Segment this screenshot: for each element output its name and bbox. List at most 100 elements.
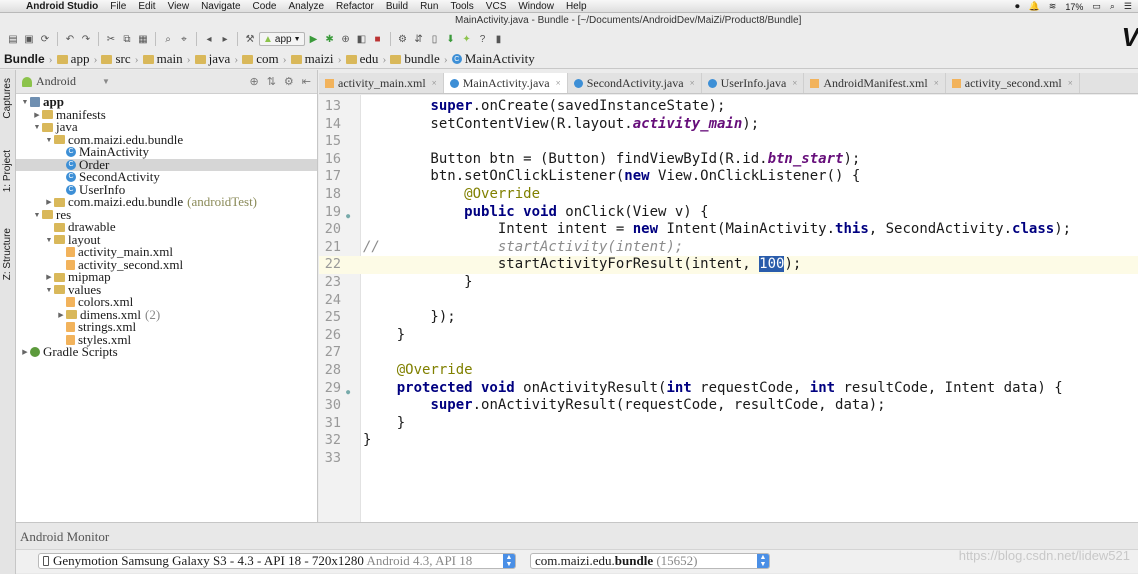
notification-icon[interactable]: 🔔 — [1029, 1, 1040, 12]
back-icon[interactable]: ◂ — [202, 32, 216, 46]
code-line[interactable]: 17 btn.setOnClickListener(new View.OnCli… — [319, 168, 1138, 186]
menu-build[interactable]: Build — [380, 1, 414, 12]
code-line[interactable]: 27 — [319, 344, 1138, 362]
breadcrumb-item[interactable]: C MainActivity — [451, 51, 539, 67]
menu-navigate[interactable]: Navigate — [195, 1, 246, 12]
wifi-icon[interactable]: ≋ — [1049, 1, 1057, 12]
tree-item[interactable]: C Order — [16, 158, 317, 171]
expand-down-icon[interactable]: ▼ — [44, 134, 54, 147]
editor-tab[interactable]: UserInfo.java × — [702, 73, 805, 93]
menu-help[interactable]: Help — [560, 1, 593, 12]
expand-right-icon[interactable]: ▶ — [32, 109, 42, 122]
tree-item[interactable]: ▶ dimens.xml (2) — [16, 308, 317, 322]
help-icon[interactable]: ? — [476, 32, 490, 46]
code-line[interactable]: 29 ● protected void onActivityResult(int … — [319, 380, 1138, 398]
forward-icon[interactable]: ▸ — [218, 32, 232, 46]
redo-icon[interactable]: ↷ — [79, 32, 93, 46]
debug-icon[interactable]: ✱ — [323, 32, 337, 46]
close-tab-icon[interactable]: × — [690, 78, 695, 88]
code-line[interactable]: 15 — [319, 133, 1138, 151]
close-tab-icon[interactable]: × — [792, 78, 797, 88]
menu-file[interactable]: File — [104, 1, 132, 12]
expand-down-icon[interactable]: ▼ — [32, 121, 42, 134]
tree-item[interactable]: ▶ Gradle Scripts — [16, 345, 317, 359]
sync-gradle-icon[interactable]: ⇵ — [412, 32, 426, 46]
breadcrumb-item[interactable]: main — [142, 51, 187, 67]
code-line[interactable]: 18 @Override — [319, 186, 1138, 204]
copy-icon[interactable]: ⧉ — [120, 32, 134, 46]
tab-structure[interactable]: Z: Structure — [2, 228, 13, 280]
code-line[interactable]: 25 }); — [319, 309, 1138, 327]
make-project-icon[interactable]: ⚒ — [243, 32, 257, 46]
breadcrumb-item[interactable]: edu — [345, 51, 383, 67]
android-monitor-icon[interactable]: ✦ — [460, 32, 474, 46]
expand-right-icon[interactable]: ▶ — [20, 346, 30, 359]
code-line[interactable]: 24 — [319, 292, 1138, 310]
avd-manager-icon[interactable]: ▯ — [428, 32, 442, 46]
undo-icon[interactable]: ↶ — [63, 32, 77, 46]
code-area[interactable]: 13 super.onCreate(savedInstanceState); 14… — [319, 98, 1138, 467]
expand-down-icon[interactable]: ▼ — [44, 234, 54, 247]
editor-tab[interactable]: MainActivity.java × — [443, 73, 568, 93]
view-mode-select[interactable]: Android ▼ — [22, 74, 110, 89]
close-tab-icon[interactable]: × — [1068, 78, 1073, 88]
replace-icon[interactable]: ⌖ — [177, 32, 191, 46]
menu-run[interactable]: Run — [414, 1, 444, 12]
structure-icon[interactable]: ⚙ — [396, 32, 410, 46]
editor-tab[interactable]: AndroidManifest.xml × — [804, 73, 946, 93]
code-line[interactable]: 22 startActivityForResult(intent, 100); — [319, 256, 1138, 274]
editor-tab[interactable]: activity_main.xml × — [319, 73, 444, 93]
run-icon[interactable]: ▶ — [307, 32, 321, 46]
menu-refactor[interactable]: Refactor — [330, 1, 380, 12]
spotlight-icon[interactable]: ⌕ — [1110, 1, 1115, 12]
tree-item[interactable]: ▼ res — [16, 208, 317, 222]
expand-right-icon[interactable]: ▶ — [44, 271, 54, 284]
expand-right-icon[interactable]: ▶ — [56, 309, 66, 322]
code-line[interactable]: 30 super.onActivityResult(requestCode, r… — [319, 397, 1138, 415]
expand-down-icon[interactable]: ▼ — [20, 96, 30, 109]
monitor-title[interactable]: Android Monitor — [20, 529, 109, 545]
battery-icon[interactable]: ▭ — [1092, 1, 1101, 12]
expand-down-icon[interactable]: ▼ — [44, 284, 54, 297]
find-icon[interactable]: ⌕ — [161, 32, 175, 46]
run-config-select[interactable]: ▲ app ▼ — [259, 32, 305, 46]
menu-window[interactable]: Window — [512, 1, 560, 12]
scroll-from-source-icon[interactable]: ⊕ — [249, 75, 258, 88]
menu-edit[interactable]: Edit — [132, 1, 161, 12]
notification-center-icon[interactable]: ☰ — [1124, 1, 1132, 12]
breadcrumb-item[interactable]: maizi — [290, 51, 338, 67]
tab-captures[interactable]: Captures — [2, 78, 13, 119]
code-line[interactable]: 31 } — [319, 415, 1138, 433]
code-line[interactable]: 23 } — [319, 274, 1138, 292]
tree-item[interactable]: ▶ mipmap — [16, 270, 317, 284]
editor-tab[interactable]: SecondActivity.java × — [568, 73, 702, 93]
save-all-icon[interactable]: ▣ — [22, 32, 36, 46]
code-line[interactable]: 14 setContentView(R.layout.activity_main… — [319, 116, 1138, 134]
open-icon[interactable]: ▤ — [6, 32, 20, 46]
code-editor[interactable]: 13 super.onCreate(savedInstanceState); 14… — [319, 95, 1138, 522]
cut-icon[interactable]: ✂ — [104, 32, 118, 46]
code-line[interactable]: 16 Button btn = (Button) findViewById(R.… — [319, 151, 1138, 169]
code-line[interactable]: 21 // startActivity(intent); — [319, 239, 1138, 257]
breadcrumb-item[interactable]: Bundle — [4, 52, 49, 66]
tree-item[interactable]: C MainActivity — [16, 145, 317, 159]
sdk-manager-icon[interactable]: ⬇ — [444, 32, 458, 46]
code-line[interactable]: 28 @Override — [319, 362, 1138, 380]
code-line[interactable]: 19 ● public void onClick(View v) { — [319, 204, 1138, 222]
menu-tools[interactable]: Tools — [444, 1, 479, 12]
tree-item[interactable]: strings.xml — [16, 320, 317, 334]
code-line[interactable]: 33 — [319, 450, 1138, 468]
collapse-all-icon[interactable]: ⇅ — [267, 75, 276, 88]
menu-app-name[interactable]: Android Studio — [20, 1, 104, 12]
menu-code[interactable]: Code — [247, 1, 283, 12]
editor-tab[interactable]: activity_second.xml × — [946, 73, 1080, 93]
menu-view[interactable]: View — [162, 1, 196, 12]
coverage-icon[interactable]: ◧ — [355, 32, 369, 46]
breadcrumb-item[interactable]: app — [56, 51, 94, 67]
breadcrumb-item[interactable]: java — [194, 51, 235, 67]
menu-analyze[interactable]: Analyze — [282, 1, 330, 12]
process-select[interactable]: com.maizi.edu.bundle (15652) ▲ ▼ — [530, 553, 770, 569]
paste-icon[interactable]: ▦ — [136, 32, 150, 46]
code-line[interactable]: 20 Intent intent = new Intent(MainActivi… — [319, 221, 1138, 239]
device-select[interactable]: Genymotion Samsung Galaxy S3 - 4.3 - API… — [38, 553, 516, 569]
